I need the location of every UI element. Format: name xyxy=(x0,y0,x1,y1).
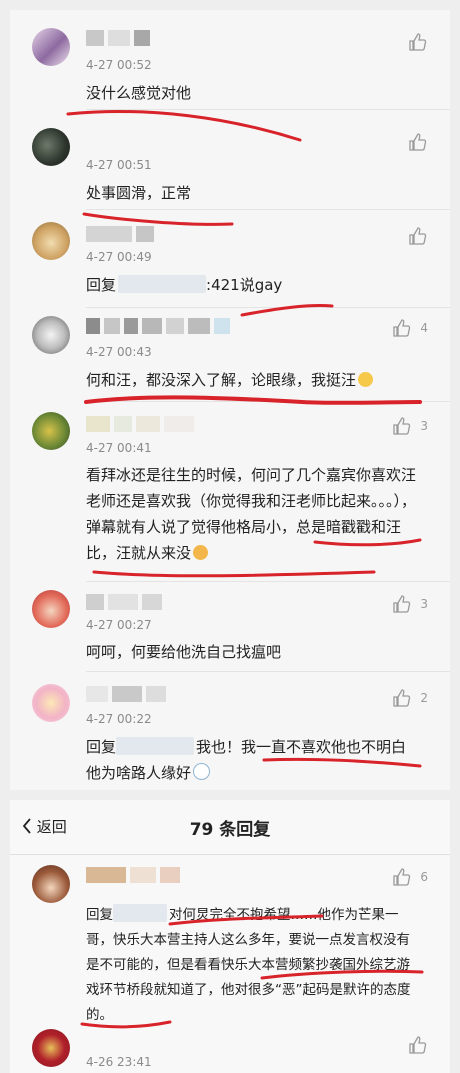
thumbs-up-icon xyxy=(393,868,411,886)
like-button[interactable] xyxy=(408,32,428,52)
thumbs-up-icon xyxy=(393,319,411,337)
username-blurred[interactable] xyxy=(86,226,158,242)
username-blurred[interactable] xyxy=(86,318,234,334)
thumbs-up-icon xyxy=(409,133,427,151)
comment-text: 回复 对何炅完全不抱希望……他作为芒果一哥，快乐大本营主持人这么多年，要说一点发言… xyxy=(86,903,416,1028)
thumbs-up-icon xyxy=(409,1036,427,1054)
username-blurred[interactable] xyxy=(86,594,166,610)
username-blurred[interactable] xyxy=(86,686,170,702)
like-count: 6 xyxy=(420,870,428,884)
list-item: 4-27 00:51 处事圆滑，正常 xyxy=(10,110,450,210)
nav-header: 返回 79 条回复 xyxy=(10,800,450,855)
laugh-cry-emoji-icon xyxy=(193,763,211,780)
mention-blurred[interactable] xyxy=(116,737,195,755)
thumbs-up-icon xyxy=(393,417,411,435)
avatar[interactable] xyxy=(32,684,70,722)
thumbs-up-icon xyxy=(393,595,411,613)
like-button[interactable]: 4 xyxy=(392,318,428,338)
avatar[interactable] xyxy=(32,865,70,903)
like-button[interactable]: 3 xyxy=(392,416,428,436)
mention-blurred[interactable] xyxy=(113,904,167,922)
reply-suffix: :421说gay xyxy=(206,276,283,294)
like-button[interactable]: 2 xyxy=(392,688,428,708)
comment-text-body: 何和汪，都没深入了解，论眼缘，我挺汪 xyxy=(86,371,357,389)
avatar[interactable] xyxy=(32,412,70,450)
like-count: 4 xyxy=(420,321,428,335)
reply-prefix: 回复 xyxy=(86,907,113,923)
avatar[interactable] xyxy=(32,222,70,260)
mention-blurred[interactable] xyxy=(118,275,207,293)
comment-text: 没什么感觉对他 xyxy=(86,84,192,102)
username-blurred[interactable] xyxy=(86,867,184,883)
smile-emoji-icon xyxy=(358,372,374,387)
timestamp: 4-27 00:52 xyxy=(86,58,152,72)
list-item: 4-27 00:27 呵呵，何要给他洗自己找瘟吧 3 xyxy=(10,582,450,672)
comment-text: 何和汪，都没深入了解，论眼缘，我挺汪 xyxy=(86,367,416,393)
timestamp: 4-27 00:51 xyxy=(86,158,152,172)
like-count: 3 xyxy=(420,597,428,611)
comment-text-body: 看拜冰还是往生的时候，何问了几个嘉宾你喜欢汪老师还是喜欢我（你觉得我和汪老师比起… xyxy=(86,466,417,562)
comment-list-panel: 4-27 00:52 没什么感觉对他 4-27 00:51 处事圆滑，正常 4-… xyxy=(10,10,450,790)
list-item: 4-27 00:49 回复 :421说gay xyxy=(10,210,450,308)
page-title: 79 条回复 xyxy=(189,820,271,840)
like-count: 3 xyxy=(420,419,428,433)
like-count: 2 xyxy=(420,691,428,705)
comment-text: 回复 :421说gay xyxy=(86,272,416,298)
avatar[interactable] xyxy=(32,128,70,166)
list-item: 4-27 00:52 没什么感觉对他 xyxy=(10,10,450,110)
avatar[interactable] xyxy=(32,316,70,354)
list-item: 4-27 00:22 回复 我也！我一直不喜欢他也不明白他为啥路人缘好 2 xyxy=(10,672,450,790)
like-button[interactable] xyxy=(408,132,428,152)
reply-prefix: 回复 xyxy=(86,276,117,294)
comment-text: 呵呵，何要给他洗自己找瘟吧 xyxy=(86,643,282,661)
comment-text: 处事圆滑，正常 xyxy=(86,184,192,202)
list-item: 回复 对何炅完全不抱希望……他作为芒果一哥，快乐大本营主持人这么多年，要说一点发言… xyxy=(10,855,450,1023)
comment-text: 回复 我也！我一直不喜欢他也不明白他为啥路人缘好 xyxy=(86,734,416,786)
avatar[interactable] xyxy=(32,28,70,66)
comment-text: 看拜冰还是往生的时候，何问了几个嘉宾你喜欢汪老师还是喜欢我（你觉得我和汪老师比起… xyxy=(86,462,416,566)
avatar[interactable] xyxy=(32,1029,70,1067)
list-item: 4-27 00:41 看拜冰还是往生的时候，何问了几个嘉宾你喜欢汪老师还是喜欢我… xyxy=(10,402,450,582)
like-button[interactable] xyxy=(408,226,428,246)
like-button[interactable]: 3 xyxy=(392,594,428,614)
like-button[interactable]: 6 xyxy=(392,867,428,887)
timestamp: 4-27 00:27 xyxy=(86,618,152,632)
comment-text-body: 对何炅完全不抱希望……他作为芒果一哥，快乐大本营主持人这么多年，要说一点发言权没… xyxy=(86,907,411,1023)
like-button[interactable] xyxy=(408,1035,428,1055)
thumbs-up-icon xyxy=(393,689,411,707)
list-item: 4-26 23:41 xyxy=(10,1023,450,1073)
username-blurred[interactable] xyxy=(86,416,198,432)
timestamp: 4-27 00:22 xyxy=(86,712,152,726)
username-blurred[interactable] xyxy=(86,30,154,46)
thumbs-up-icon xyxy=(409,33,427,51)
thumbs-up-icon xyxy=(409,227,427,245)
timestamp: 4-27 00:41 xyxy=(86,441,152,455)
replies-panel: 返回 79 条回复 回复 对何炅完全不抱希望……他作为芒果一哥，快乐大本营主持人这… xyxy=(10,800,450,1073)
avatar[interactable] xyxy=(32,590,70,628)
timestamp: 4-27 00:43 xyxy=(86,345,152,359)
list-item: 4-27 00:43 何和汪，都没深入了解，论眼缘，我挺汪 4 xyxy=(10,308,450,402)
timestamp: 4-27 00:49 xyxy=(86,250,152,264)
reply-prefix: 回复 xyxy=(86,738,117,756)
timestamp: 4-26 23:41 xyxy=(86,1055,152,1069)
grin-emoji-icon xyxy=(193,545,209,560)
